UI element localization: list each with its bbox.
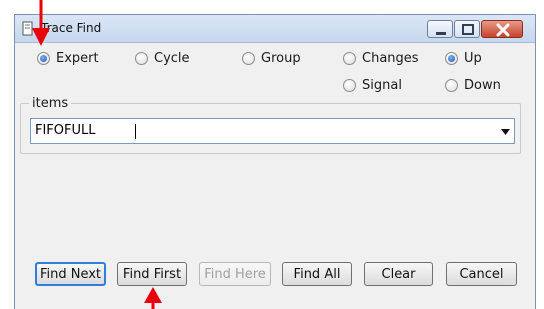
radio-label: Group — [261, 50, 301, 66]
dropdown-arrow-icon[interactable] — [501, 129, 510, 135]
minimize-icon — [436, 32, 446, 35]
radio-dot — [445, 51, 458, 65]
radio-dot — [445, 78, 458, 92]
radio-dot — [135, 51, 148, 65]
radio-label: Down — [464, 77, 501, 93]
find-all-button[interactable]: Find All — [282, 262, 352, 286]
radio-label: Signal — [362, 77, 402, 93]
screenshot-stage: Trace Find Expert Cycle Group Changes Si… — [0, 0, 544, 309]
title-bar[interactable]: Trace Find — [15, 15, 535, 43]
radio-group[interactable]: Group — [242, 49, 301, 67]
annotation-arrow-up-icon — [144, 287, 162, 309]
radio-dot — [242, 51, 255, 65]
cancel-button[interactable]: Cancel — [446, 262, 517, 286]
clear-button[interactable]: Clear — [364, 262, 433, 286]
items-combobox[interactable]: FIFOFULL — [30, 118, 515, 144]
radio-signal[interactable]: Signal — [343, 76, 402, 94]
radio-down[interactable]: Down — [445, 76, 501, 94]
radio-dot — [37, 51, 50, 65]
maximize-icon — [462, 24, 474, 35]
radio-changes[interactable]: Changes — [343, 49, 419, 67]
find-here-button: Find Here — [199, 262, 271, 286]
items-combobox-value: FIFOFULL — [35, 123, 96, 138]
close-button[interactable] — [481, 20, 523, 38]
radio-label: Expert — [56, 50, 99, 66]
radio-up[interactable]: Up — [445, 49, 482, 67]
minimize-button[interactable] — [427, 20, 453, 38]
radio-label: Changes — [362, 50, 419, 66]
close-icon — [496, 23, 510, 37]
items-group-label: items — [29, 96, 72, 111]
radio-dot — [343, 78, 356, 92]
radio-dot — [343, 51, 356, 65]
find-first-button[interactable]: Find First — [117, 262, 187, 286]
text-caret — [135, 124, 136, 139]
annotation-arrow-down-icon — [32, 0, 50, 46]
radio-cycle[interactable]: Cycle — [135, 49, 190, 67]
radio-expert[interactable]: Expert — [37, 49, 99, 67]
radio-label: Cycle — [154, 50, 190, 66]
radio-label: Up — [464, 50, 482, 66]
maximize-button[interactable] — [454, 20, 480, 38]
find-next-button[interactable]: Find Next — [35, 262, 106, 286]
